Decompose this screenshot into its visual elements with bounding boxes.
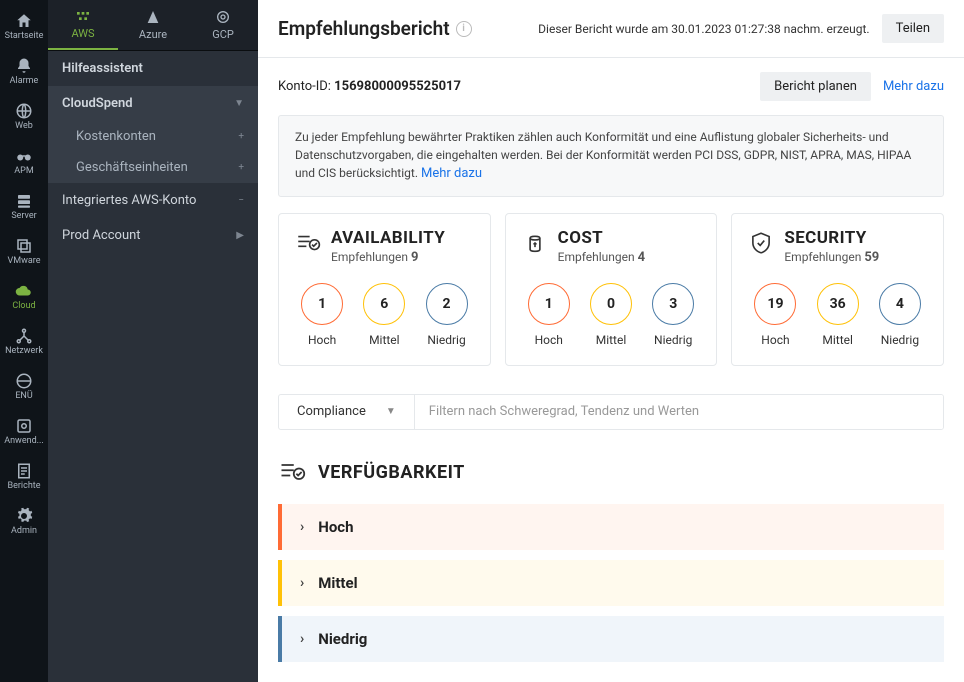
info-icon[interactable]: i [456, 21, 472, 37]
plus-icon: + [238, 162, 244, 173]
caret-down-icon: ▼ [386, 406, 396, 417]
server-icon [15, 192, 33, 210]
sidebar-cloudspend[interactable]: CloudSpend ▼ [48, 86, 258, 121]
nav-item-cloud[interactable]: Cloud [0, 274, 48, 319]
sidebar-geschaeftseinheiten[interactable]: Geschäftseinheiten + [48, 152, 258, 183]
azure-icon [145, 9, 161, 25]
caret-right-icon: ▶ [236, 230, 244, 241]
nav-item-server[interactable]: Server [0, 184, 48, 229]
page-header: Empfehlungsbericht i Dieser Bericht wurd… [258, 0, 964, 58]
summary-cards: AVAILABILITY Empfehlungen 9 1Hoch 6Mitte… [258, 213, 964, 366]
cloud-icon [15, 282, 33, 300]
availability-section-icon [278, 458, 306, 486]
security-icon [748, 230, 774, 256]
severity-row-hoch[interactable]: › Hoch [278, 504, 944, 550]
globe2-icon [15, 372, 33, 390]
sidebar-help[interactable]: Hilfeassistent [48, 51, 258, 86]
caret-down-icon: ▼ [234, 98, 244, 109]
cost-low-count[interactable]: 3 [652, 283, 694, 325]
security-low-count[interactable]: 4 [879, 283, 921, 325]
tab-gcp[interactable]: GCP [188, 0, 258, 50]
nav-item-berichte[interactable]: Berichte [0, 454, 48, 499]
plan-report-button[interactable]: Bericht planen [760, 72, 871, 101]
sidebar: AWS Azure GCP Hilfeassistent CloudSpend … [48, 0, 258, 682]
nav-item-web[interactable]: Web [0, 94, 48, 139]
card-security: SECURITY Empfehlungen 59 19Hoch 36Mittel… [731, 213, 944, 366]
chevron-right-icon: › [300, 631, 304, 647]
nav-rail: Startseite Alarme Web APM Server VMware … [0, 0, 48, 682]
severity-row-niedrig[interactable]: › Niedrig [278, 616, 944, 662]
sidebar-kostenkonten[interactable]: Kostenkonten + [48, 121, 258, 152]
severity-list: › Hoch › Mittel › Niedrig [258, 504, 964, 682]
security-med-count[interactable]: 36 [817, 283, 859, 325]
nav-item-alarme[interactable]: Alarme [0, 49, 48, 94]
card-availability: AVAILABILITY Empfehlungen 9 1Hoch 6Mitte… [278, 213, 491, 366]
globe-icon [15, 102, 33, 120]
report-icon [15, 462, 33, 480]
main-content: Empfehlungsbericht i Dieser Bericht wurd… [258, 0, 964, 682]
minus-icon: − [238, 195, 244, 206]
cost-icon [522, 230, 548, 256]
page-title: Empfehlungsbericht i [278, 17, 472, 40]
cost-med-count[interactable]: 0 [590, 283, 632, 325]
tab-aws[interactable]: AWS [48, 0, 118, 50]
report-timestamp: Dieser Bericht wurde am 30.01.2023 01:27… [538, 22, 869, 36]
nav-item-enu[interactable]: ENÜ [0, 364, 48, 409]
sidebar-integrated-aws[interactable]: Integriertes AWS-Konto − [48, 183, 258, 218]
sub-header: Konto-ID: 15698000095525017 Bericht plan… [258, 58, 964, 115]
filter-bar: Compliance ▼ [278, 394, 944, 431]
bell-icon [15, 57, 33, 75]
nav-item-netzwerk[interactable]: Netzwerk [0, 319, 48, 364]
share-button[interactable]: Teilen [882, 14, 944, 43]
chevron-right-icon: › [300, 519, 304, 535]
gcp-icon [215, 9, 231, 25]
network-icon [15, 327, 33, 345]
cost-high-count[interactable]: 1 [528, 283, 570, 325]
nav-item-vmware[interactable]: VMware [0, 229, 48, 274]
sidebar-prod-account[interactable]: Prod Account ▶ [48, 218, 258, 253]
availability-icon [295, 230, 321, 256]
banner-more-link[interactable]: Mehr dazu [421, 166, 482, 181]
tab-azure[interactable]: Azure [118, 0, 188, 50]
nav-item-startseite[interactable]: Startseite [0, 4, 48, 49]
availability-low-count[interactable]: 2 [426, 283, 468, 325]
gear-icon [15, 507, 33, 525]
compliance-banner: Zu jeder Empfehlung bewährter Praktiken … [278, 115, 944, 197]
cloud-tabs: AWS Azure GCP [48, 0, 258, 51]
boxes-icon [15, 237, 33, 255]
chevron-right-icon: › [300, 575, 304, 591]
compliance-select[interactable]: Compliance ▼ [279, 395, 415, 430]
availability-high-count[interactable]: 1 [301, 283, 343, 325]
aws-icon [75, 8, 91, 24]
section-title: VERFÜGBARKEIT [258, 430, 964, 504]
account-id: Konto-ID: 15698000095525017 [278, 79, 461, 94]
more-link[interactable]: Mehr dazu [883, 79, 944, 94]
plus-icon: + [238, 131, 244, 142]
card-cost: COST Empfehlungen 4 1Hoch 0Mittel 3Niedr… [505, 213, 718, 366]
home-icon [15, 12, 33, 30]
nav-item-admin[interactable]: Admin [0, 499, 48, 544]
nav-item-apm[interactable]: APM [0, 139, 48, 184]
app-icon [15, 417, 33, 435]
nav-item-anwend[interactable]: Anwend... [0, 409, 48, 454]
filter-input[interactable] [415, 395, 943, 430]
severity-row-mittel[interactable]: › Mittel [278, 560, 944, 606]
binoculars-icon [15, 147, 33, 165]
security-high-count[interactable]: 19 [754, 283, 796, 325]
availability-med-count[interactable]: 6 [363, 283, 405, 325]
